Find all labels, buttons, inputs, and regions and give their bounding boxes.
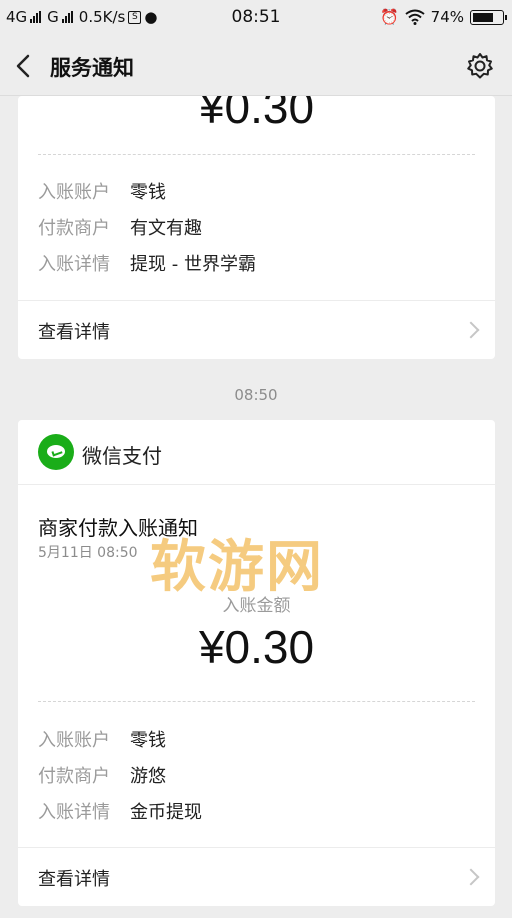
row-label: 入账详情 bbox=[38, 802, 110, 823]
watermark-logo: 软游网 bbox=[150, 535, 324, 600]
chevron-right-icon bbox=[462, 321, 480, 339]
row-label: 入账账户 bbox=[38, 182, 110, 203]
info-row: 入账详情 提现 - 世界学霸 bbox=[38, 250, 256, 276]
message-timestamp: 08:50 bbox=[234, 386, 278, 404]
source-name: 微信支付 bbox=[82, 444, 162, 468]
row-value: 零钱 bbox=[130, 730, 166, 751]
view-details-label: 查看详情 bbox=[38, 322, 110, 343]
alarm-icon: ⏰ bbox=[379, 8, 399, 26]
info-row: 入账详情 金币提现 bbox=[38, 798, 202, 824]
info-row: 入账账户 零钱 bbox=[38, 726, 166, 752]
gear-icon[interactable] bbox=[466, 52, 494, 80]
battery-icon bbox=[470, 9, 507, 25]
amount-value: ¥0.30 bbox=[198, 621, 315, 673]
back-arrow-icon[interactable] bbox=[12, 52, 36, 80]
wifi-icon bbox=[405, 9, 425, 25]
row-value: 游悠 bbox=[130, 766, 166, 787]
page-title: 服务通知 bbox=[50, 56, 134, 80]
divider bbox=[18, 484, 495, 485]
view-details-link[interactable]: 查看详情 bbox=[18, 848, 495, 906]
notice-date: 5月11日 08:50 bbox=[38, 545, 138, 561]
row-value: 提现 - 世界学霸 bbox=[130, 254, 256, 275]
navigation-bar: 服务通知 bbox=[0, 36, 512, 96]
row-label: 付款商户 bbox=[38, 218, 110, 239]
amount-value: ¥0.30 bbox=[198, 96, 315, 133]
battery-percent: 74% bbox=[430, 8, 464, 26]
notification-card-1: ¥0.30 入账账户 零钱 付款商户 有文有趣 入账详情 提现 - 世界学霸 查… bbox=[18, 96, 495, 359]
status-right: ⏰ 74% bbox=[379, 8, 507, 26]
view-details-label: 查看详情 bbox=[38, 869, 110, 890]
row-label: 入账详情 bbox=[38, 254, 110, 275]
info-row: 入账账户 零钱 bbox=[38, 178, 166, 204]
info-row: 付款商户 有文有趣 bbox=[38, 214, 202, 240]
row-label: 入账账户 bbox=[38, 730, 110, 751]
notification-card-2: 微信支付 商家付款入账通知 5月11日 08:50 入账金额 ¥0.30 入账账… bbox=[18, 420, 495, 906]
row-value: 金币提现 bbox=[130, 802, 202, 823]
dashed-divider bbox=[38, 701, 475, 702]
status-bar: 4G G 0.5K/s S ● 08:51 ⏰ 74% bbox=[0, 0, 512, 36]
row-value: 零钱 bbox=[130, 182, 166, 203]
dashed-divider bbox=[38, 154, 475, 155]
row-value: 有文有趣 bbox=[130, 218, 202, 239]
chevron-right-icon bbox=[462, 868, 480, 886]
wechat-pay-icon bbox=[38, 434, 74, 470]
info-row: 付款商户 游悠 bbox=[38, 762, 166, 788]
row-label: 付款商户 bbox=[38, 766, 110, 787]
view-details-link[interactable]: 查看详情 bbox=[18, 301, 495, 359]
